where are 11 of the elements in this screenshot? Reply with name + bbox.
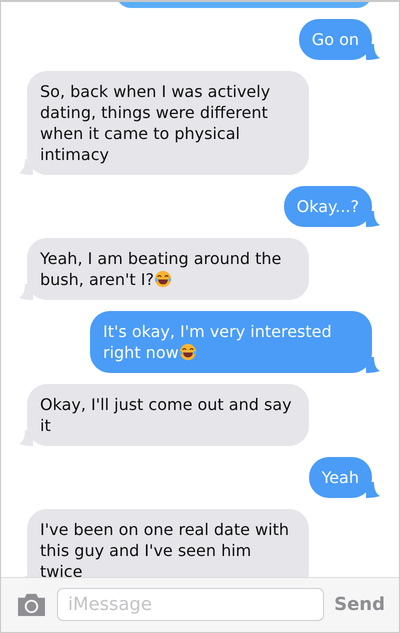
message-text: So, back when I was actively dating, things were different when it came to physical intimacy [40,82,270,164]
message-text: Yeah [322,468,359,487]
message-text: Okay, I'll just come out and say it [40,395,292,435]
camera-icon[interactable] [16,592,47,616]
message-text: Okay...? [296,197,359,216]
message-input[interactable]: iMessage [57,588,324,620]
message-text: I've been on one real date with this guy and I've seen him twice [40,520,289,581]
message-text: Yeah, I am beating around the bush, aren't I? [40,249,282,289]
message-text: It's okay, I'm very interested right now [103,322,332,362]
message-text: Go on [312,30,359,49]
send-button[interactable]: Send [334,594,385,614]
